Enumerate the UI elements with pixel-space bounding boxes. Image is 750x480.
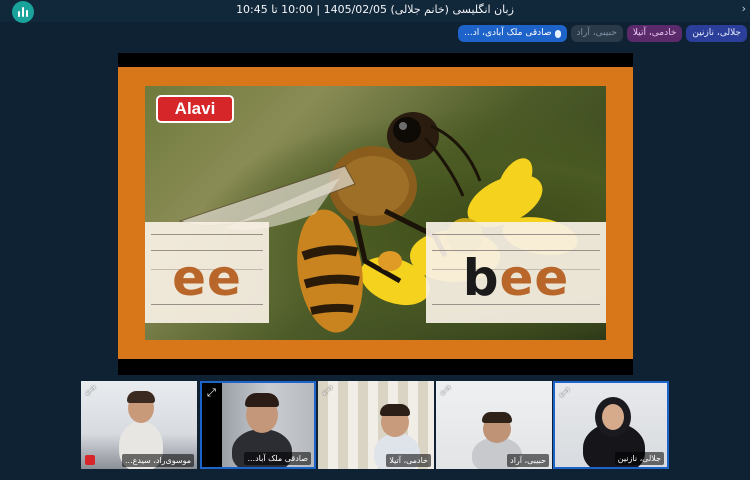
vowel-letters: ee <box>499 249 570 307</box>
expand-icon[interactable]: ⤢ <box>560 387 572 399</box>
expand-icon[interactable]: ⤢ <box>207 387 219 399</box>
chip-label: حبیبی، آراد <box>576 28 617 38</box>
microphone-icon <box>554 29 561 38</box>
chevron-right-icon[interactable]: › <box>742 2 746 15</box>
expand-icon[interactable]: ⤢ <box>86 385 98 397</box>
bee-photo: Alavi ee bee <box>145 86 606 340</box>
tile-label: جلالی، نازنین <box>614 452 664 465</box>
phonics-word: bee <box>426 248 606 308</box>
video-tile[interactable]: ⤢ جلالی، نازنین <box>553 381 669 469</box>
participant-hair <box>482 412 512 423</box>
video-tile[interactable]: ⤢ خادمی، آتیلا <box>318 381 434 469</box>
participant-chips: جلالی، نازنین خادمی، آتیلا حبیبی، آراد ص… <box>458 25 747 43</box>
meeting-title: زبان انگلیسی (خانم جلالی) 1405/02/05 | 1… <box>236 3 514 16</box>
chip-label: صادقی ملک آبادی، اد... <box>464 28 552 38</box>
participant-hair <box>380 404 410 416</box>
tile-label: حبیبی، آراد <box>507 454 549 467</box>
participant-chip[interactable]: خادمی، آتیلا <box>626 25 683 42</box>
brand-logo: Alavi <box>156 95 234 123</box>
initial-letter: b <box>462 249 500 307</box>
chip-label: خادمی، آتیلا <box>632 28 677 38</box>
top-bar: زبان انگلیسی (خانم جلالی) 1405/02/05 | 1… <box>0 0 750 23</box>
video-tile[interactable]: ⤢ حبیبی، آراد <box>436 381 552 469</box>
expand-icon[interactable]: ⤢ <box>441 385 453 397</box>
muted-mic-icon <box>85 455 95 465</box>
video-tile[interactable]: ⤢ موسوی‌راد، سیدع... <box>81 381 197 469</box>
word-card-left: ee <box>145 222 269 323</box>
participant-hair <box>127 391 155 403</box>
participant-chip[interactable]: جلالی، نازنین <box>686 25 747 42</box>
chip-label: جلالی، نازنین <box>692 28 741 38</box>
participant-chip[interactable]: صادقی ملک آبادی، اد... <box>458 25 567 42</box>
tile-label: صادقی ملک آباد... <box>244 452 311 465</box>
tile-label: خادمی، آتیلا <box>386 454 431 467</box>
participant-head <box>602 404 624 430</box>
slide-border: Alavi ee bee <box>118 67 633 359</box>
word-card-right: bee <box>426 222 606 323</box>
participant-chip[interactable]: حبیبی، آراد <box>570 25 623 42</box>
participant-hair <box>245 393 279 407</box>
video-tile[interactable]: ⤢ صادقی ملک آباد... <box>200 381 316 469</box>
expand-icon[interactable]: ⤢ <box>323 385 335 397</box>
phonics-letters: ee <box>172 249 242 307</box>
tile-label: موسوی‌راد، سیدع... <box>121 454 194 467</box>
video-tiles: ⤢ موسوی‌راد، سیدع... ⤢ صادقی ملک آباد...… <box>81 381 671 469</box>
shared-screen: Alavi ee bee <box>118 53 633 375</box>
